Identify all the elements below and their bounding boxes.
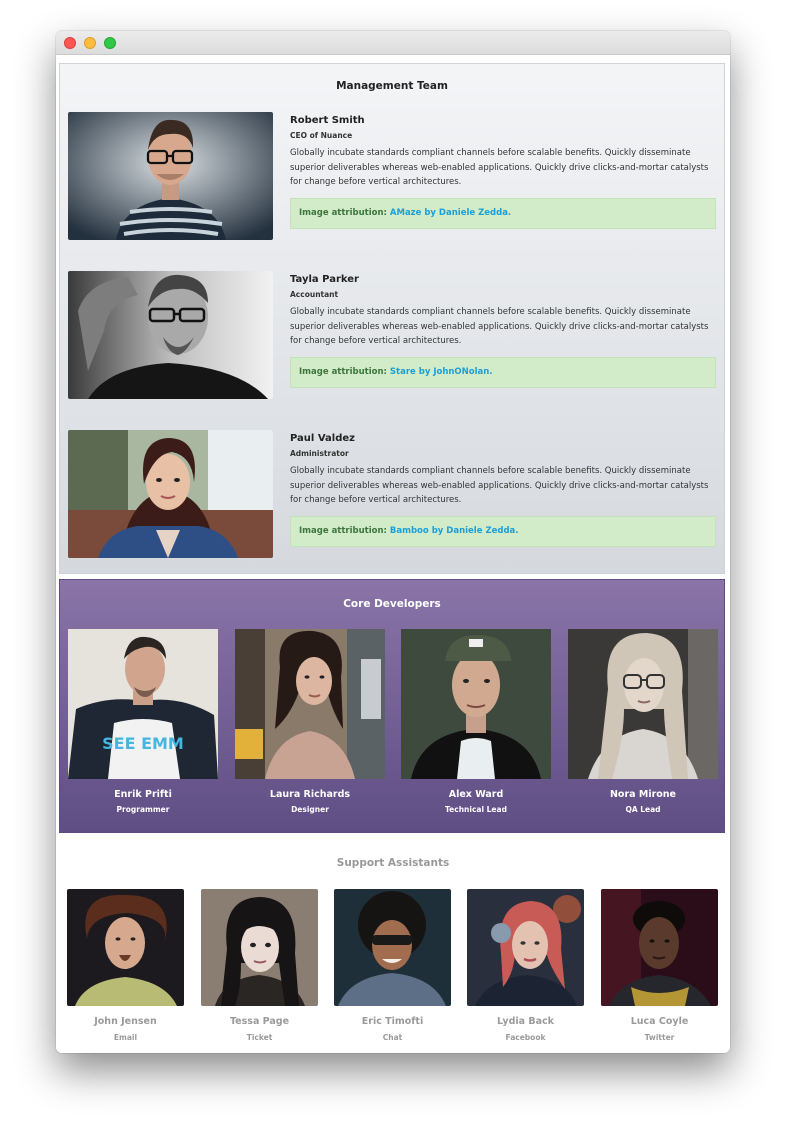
member-role: Administrator [290, 449, 349, 458]
developer-card: Nora Mirone QA Lead [568, 629, 718, 814]
member-role: Accountant [290, 290, 339, 299]
member-name: Tayla Parker [290, 274, 359, 285]
member-name: Paul Valdez [290, 433, 355, 444]
assistant-photo [334, 889, 451, 1006]
developer-photo: SEE EMM [68, 629, 218, 779]
assistant-name: John Jensen [94, 1016, 157, 1027]
developer-card: Laura Richards Designer [235, 629, 385, 814]
management-section-title: Management Team [336, 80, 448, 92]
window-titlebar [56, 31, 730, 55]
assistant-channel: Email [113, 1033, 138, 1042]
management-member-card: Tayla Parker Accountant Globally incubat… [68, 271, 718, 401]
developer-name: Alex Ward [448, 789, 504, 800]
assistant-channel: Chat [382, 1033, 403, 1042]
assistant-channel: Ticket [246, 1033, 273, 1042]
developer-role: Programmer [116, 805, 170, 814]
assistant-card: Tessa Page Ticket [201, 889, 318, 1042]
assistant-card: Eric Timofti Chat [334, 889, 451, 1042]
developer-role: Designer [291, 805, 329, 814]
management-member-card: Paul Valdez Administrator Globally incub… [68, 430, 718, 560]
assistant-photo [601, 889, 718, 1006]
support-section-title: Support Assistants [336, 857, 450, 869]
developer-name: Laura Richards [269, 789, 351, 800]
browser-window: Management Team Robert Smith CEO of Nuan [56, 31, 730, 1053]
developer-card: SEE EMM Enrik Prifti Programmer [68, 629, 218, 814]
management-member-card: Robert Smith CEO of Nuance Globally incu… [68, 112, 718, 242]
attribution-link[interactable]: AMaze by Daniele Zedda. [390, 208, 511, 218]
image-attribution: Image attribution: AMaze by Daniele Zedd… [290, 197, 716, 229]
assistant-photo [67, 889, 184, 1006]
minimize-window-button[interactable] [84, 37, 96, 49]
assistant-name: Lydia Back [497, 1016, 554, 1027]
developer-name: Enrik Prifti [114, 789, 172, 800]
assistant-card: John Jensen Email [67, 889, 184, 1042]
assistant-card: Luca Coyle Twitter [601, 889, 718, 1042]
close-window-button[interactable] [64, 37, 76, 49]
assistant-name: Tessa Page [229, 1016, 290, 1027]
shirt-print: SEE EMM [102, 734, 184, 753]
developer-photo [401, 629, 551, 779]
assistant-channel: Twitter [644, 1033, 675, 1042]
developer-role: QA Lead [625, 805, 661, 814]
support-assistants-section: Support Assistants John Jensen Email Tes… [56, 837, 730, 1053]
core-section-title: Core Developers [343, 598, 441, 610]
member-bio: Globally incubate standards compliant ch… [290, 307, 709, 346]
developer-name: Nora Mirone [609, 789, 676, 800]
member-bio: Globally incubate standards compliant ch… [290, 466, 709, 505]
member-photo [68, 430, 273, 558]
attribution-link[interactable]: Bamboo by Daniele Zedda. [390, 526, 519, 536]
member-role: CEO of Nuance [290, 131, 353, 140]
member-photo [68, 112, 273, 240]
developer-card: Alex Ward Technical Lead [401, 629, 551, 814]
assistant-channel: Facebook [505, 1033, 546, 1042]
developer-photo [235, 629, 385, 779]
image-attribution: Image attribution: Bamboo by Daniele Zed… [290, 515, 716, 547]
assistant-photo [201, 889, 318, 1006]
assistant-card: Lydia Back Facebook [467, 889, 584, 1042]
image-attribution: Image attribution: Stare by JohnONolan. [290, 356, 716, 388]
attribution-label: Image attribution: [299, 366, 387, 377]
management-team-section: Management Team Robert Smith CEO of Nuan [59, 63, 725, 574]
attribution-link[interactable]: Stare by JohnONolan. [390, 367, 493, 377]
assistant-photo [467, 889, 584, 1006]
core-developers-section: Core Developers SEE EMM Enrik Prifti Pro… [59, 579, 725, 833]
maximize-window-button[interactable] [104, 37, 116, 49]
member-photo [68, 271, 273, 399]
assistant-name: Luca Coyle [630, 1016, 689, 1027]
attribution-label: Image attribution: [299, 525, 387, 536]
assistant-name: Eric Timofti [361, 1016, 424, 1027]
developer-photo [568, 629, 718, 779]
developer-role: Technical Lead [445, 805, 507, 814]
member-name: Robert Smith [290, 115, 365, 126]
attribution-label: Image attribution: [299, 207, 387, 218]
member-bio: Globally incubate standards compliant ch… [290, 148, 709, 187]
